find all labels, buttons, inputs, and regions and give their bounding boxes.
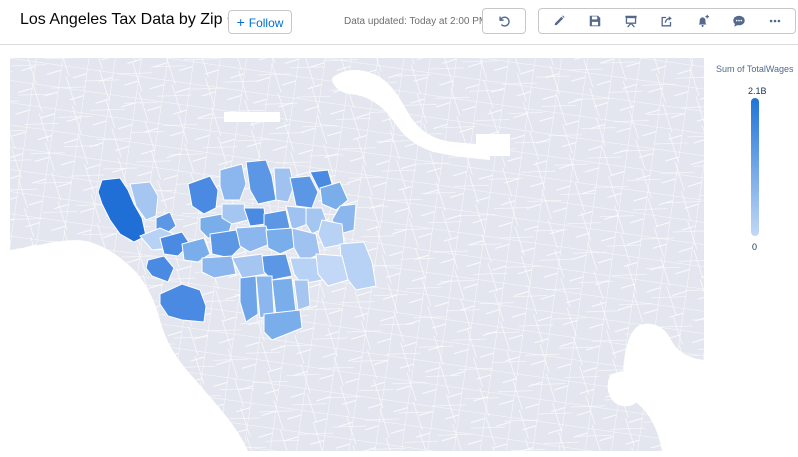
- lake-left: [224, 112, 280, 122]
- follow-button[interactable]: + Follow: [228, 10, 292, 34]
- legend-color-scale: [751, 98, 759, 236]
- undo-icon: [499, 16, 510, 27]
- zip-region[interactable]: [271, 277, 297, 317]
- bell-add-icon: [698, 14, 709, 27]
- undo-button[interactable]: [482, 8, 526, 34]
- more-icon: [769, 19, 780, 23]
- follow-label: Follow: [248, 16, 284, 30]
- map-canvas[interactable]: [10, 58, 704, 451]
- plus-icon: +: [236, 14, 245, 30]
- save-icon: [589, 15, 600, 27]
- share-icon: [661, 16, 672, 27]
- pencil-icon: [554, 15, 565, 26]
- chat-icon: [732, 15, 745, 27]
- legend-max-label: 2.1B: [748, 86, 767, 96]
- legend-title: Sum of TotalWages: [716, 64, 794, 74]
- zip-region[interactable]: [201, 255, 237, 279]
- present-icon: [624, 15, 637, 28]
- data-updated-text: Data updated: Today at 2:00 PM: [344, 16, 488, 27]
- legend-min-label: 0: [752, 242, 758, 252]
- zip-code-map[interactable]: [10, 58, 704, 451]
- zip-region[interactable]: [219, 163, 247, 201]
- more-actions-button[interactable]: [754, 8, 796, 34]
- page-header: Los Angeles Tax Data by Zip Code + Follow…: [0, 0, 798, 45]
